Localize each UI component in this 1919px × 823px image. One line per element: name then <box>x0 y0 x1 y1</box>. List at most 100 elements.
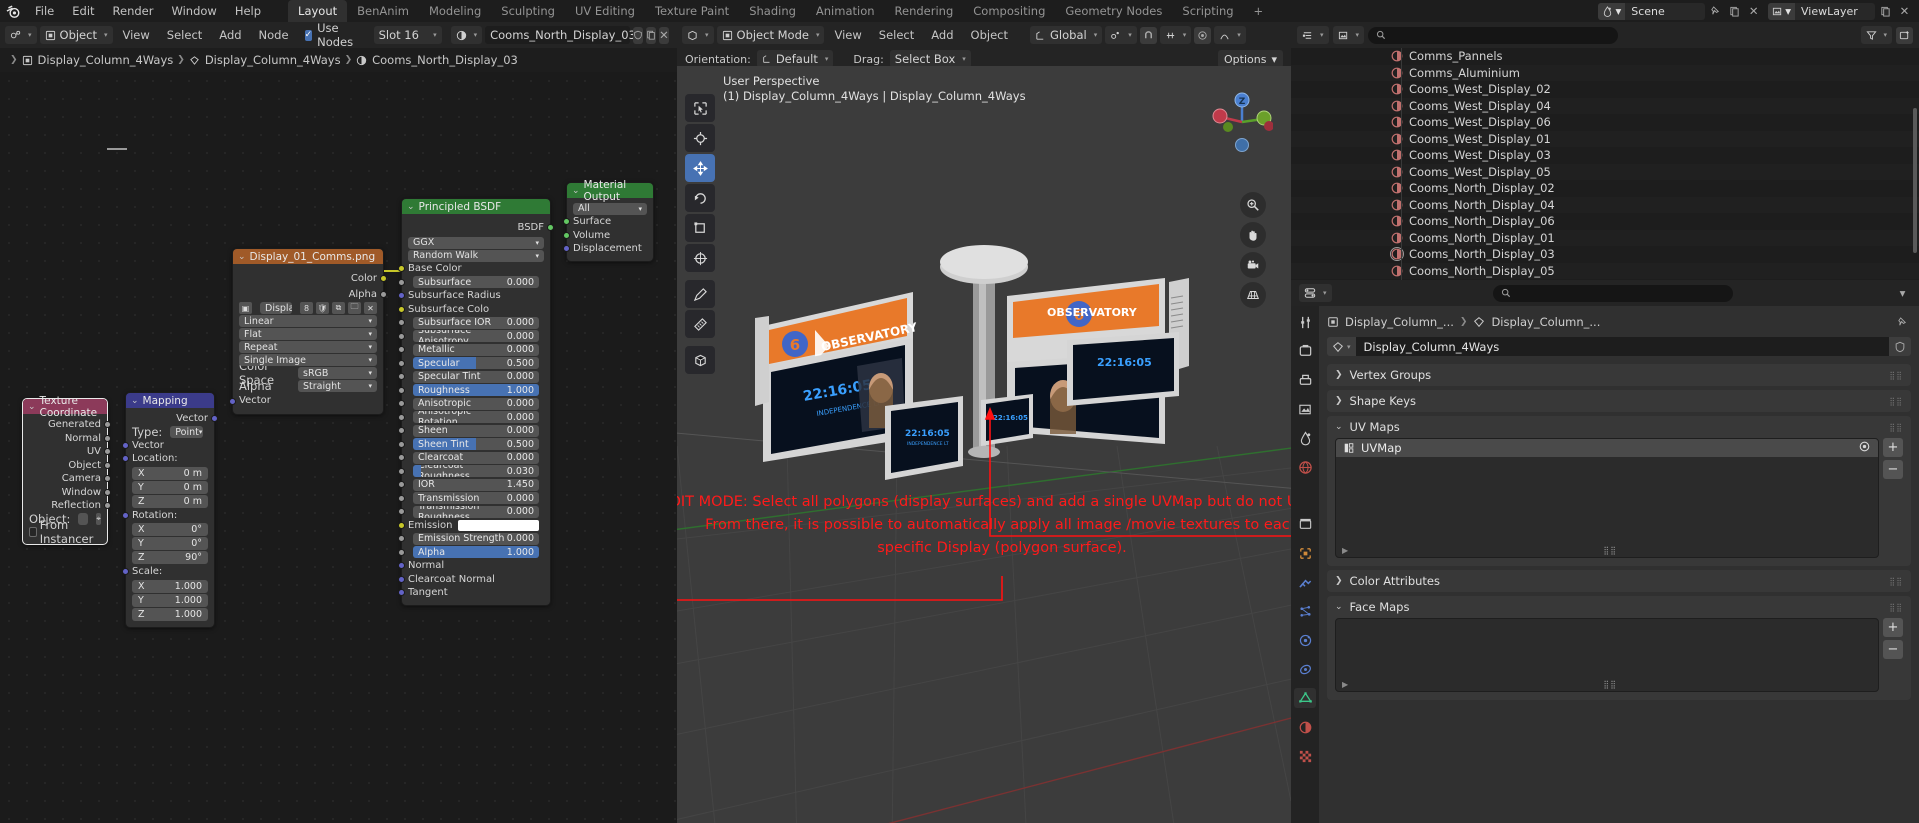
unlink-image-icon[interactable]: ✕ <box>364 302 377 314</box>
panel-shape-keys[interactable]: ❯ Shape Keys ⣿⣿ <box>1327 390 1911 412</box>
socket-clearcoat-normal[interactable] <box>398 575 405 583</box>
socket-bsdf-out[interactable] <box>547 224 554 231</box>
mesh-datablock-name[interactable]: Display_Column_4Ways <box>1355 337 1889 356</box>
chevron-down-icon[interactable]: ⌄ <box>238 252 246 262</box>
bsdf-input-row[interactable]: Sheen 0.000 <box>398 424 550 438</box>
socket-row-alpha[interactable]: Alpha <box>233 288 387 302</box>
socket-window[interactable] <box>104 488 111 496</box>
projection-row[interactable]: Flat ▾ <box>233 328 383 341</box>
mapping-type-row[interactable]: Type: Point ▾ <box>126 425 214 439</box>
socket-row-window[interactable]: Window <box>23 486 111 500</box>
bsdf-input-row[interactable]: Clearcoat Normal <box>398 573 550 587</box>
use-nodes-checkbox[interactable]: ✓ Use Nodes <box>304 21 357 49</box>
tool-cursor[interactable] <box>685 124 715 152</box>
outliner-list[interactable]: Comms_Pannels Comms_Aluminium Cooms_West_D… <box>1291 48 1919 280</box>
socket-emission-strength[interactable] <box>398 535 405 542</box>
add-uv-map-button[interactable]: + <box>1883 438 1903 457</box>
socket-vector-in[interactable] <box>122 441 129 449</box>
bsdf-input-row[interactable]: Transmission Roughness 0.000 <box>398 505 550 519</box>
socket-row-bsdf-out[interactable]: BSDF <box>402 218 554 236</box>
panel-header-shape-keys[interactable]: ❯ Shape Keys ⣿⣿ <box>1327 390 1911 412</box>
outliner-item[interactable]: Cooms_North_Display_02 <box>1291 180 1919 197</box>
viewport-menu-add[interactable]: Add <box>924 28 960 42</box>
shader-menu-node[interactable]: Node <box>252 28 296 42</box>
copy-image-icon[interactable]: ⧉ <box>332 302 345 314</box>
extension-row[interactable]: Repeat ▾ <box>233 341 383 354</box>
material-browse-icon[interactable]: ▾ <box>450 26 483 44</box>
node-header[interactable]: ⌄ Texture Coordinate <box>23 395 107 419</box>
bsdf-input-row[interactable]: Subsurface 0.000 <box>398 276 550 290</box>
remove-face-map-button[interactable]: − <box>1883 640 1903 659</box>
location-z[interactable]: Z0 m <box>132 494 208 508</box>
chevron-down-icon[interactable]: ⌄ <box>1335 602 1343 612</box>
menu-help[interactable]: Help <box>226 2 270 20</box>
menu-edit[interactable]: Edit <box>63 2 103 20</box>
scale-y[interactable]: Y 1.000 <box>132 593 208 607</box>
scene-selector[interactable]: ▾ Scene <box>1598 2 1706 20</box>
tab-modifiers[interactable] <box>1294 572 1316 592</box>
bsdf-value-anisotropic[interactable]: Anisotropic 0.000 <box>413 397 539 410</box>
socket-subsurface-ior[interactable] <box>398 319 405 326</box>
remove-uv-map-button[interactable]: − <box>1883 460 1903 479</box>
bsdf-input-row[interactable]: Subsurface Colo <box>398 303 550 317</box>
object-field[interactable] <box>78 513 89 525</box>
socket-specular[interactable] <box>398 359 405 367</box>
outliner-display-mode-selector[interactable]: ▾ <box>1297 26 1329 44</box>
chevron-down-icon[interactable]: ⌄ <box>572 186 580 196</box>
pin-scene-icon[interactable] <box>1707 3 1724 20</box>
bsdf-input-row[interactable]: Emission <box>398 519 550 533</box>
drag-handle[interactable]: ⣿⣿ <box>1889 397 1903 406</box>
tab-layout[interactable]: Layout <box>288 0 348 22</box>
outliner-item[interactable]: Cooms_North_Display_05 <box>1291 262 1919 279</box>
shader-menu-add[interactable]: Add <box>212 28 248 42</box>
socket-row-color[interactable]: Color <box>233 268 387 288</box>
outliner-item[interactable]: Cooms_West_Display_06 <box>1291 114 1919 131</box>
bsdf-value-transmission[interactable]: Transmission 0.000 <box>413 492 539 505</box>
fake-user-icon[interactable] <box>1889 337 1911 356</box>
interaction-mode-selector[interactable]: Object Mode ▾ <box>716 26 825 44</box>
bsdf-input-row[interactable]: Metallic 0.000 <box>398 343 550 357</box>
uv-list-footer[interactable]: ▶ ⣿⣿ <box>1336 543 1878 557</box>
mesh-datablock-browse[interactable]: ▾ <box>1327 337 1356 356</box>
bsdf-input-row[interactable]: Anisotropic 0.000 <box>398 397 550 411</box>
scale-x[interactable]: X 1.000 <box>132 579 208 593</box>
bsdf-input-row[interactable]: Emission Strength 0.000 <box>398 532 550 546</box>
chevron-right-icon[interactable]: ❯ <box>1335 370 1343 380</box>
location-y[interactable]: Y0 m <box>132 480 208 494</box>
bsdf-value-roughness[interactable]: Roughness 1.000 <box>413 384 539 397</box>
node-image-texture[interactable]: ⌄ Display_01_Comms.png Color Alpha ▣ Dis… <box>229 248 387 415</box>
camera-view-icon[interactable] <box>1240 252 1266 278</box>
unlink-material-icon[interactable]: ✕ <box>659 26 669 44</box>
subsurface-method-select[interactable]: Random Walk ▾ <box>408 249 544 262</box>
viewport-editor-type-selector[interactable]: ▾ <box>682 26 714 44</box>
tool-move[interactable] <box>685 154 715 182</box>
node-material-output[interactable]: ⌄ Material Output All ▾ Surface Volume Di… <box>563 179 654 262</box>
tab-output[interactable] <box>1294 370 1316 390</box>
image-icon[interactable]: ▣ <box>239 302 252 314</box>
interpolation-select[interactable]: Linear ▾ <box>239 315 377 327</box>
outliner-item[interactable]: Cooms_West_Display_05 <box>1291 163 1919 180</box>
copy-material-icon[interactable] <box>646 26 657 44</box>
image-name-field[interactable]: Display_01_C... <box>260 302 292 314</box>
expand-arrow-icon[interactable]: ▶ <box>1342 680 1348 689</box>
bsdf-value-emission-strength[interactable]: Emission Strength 0.000 <box>413 532 539 545</box>
outliner-filter-button[interactable]: ▾ <box>1860 26 1893 44</box>
from-instancer-row[interactable]: From Instancer <box>23 518 107 546</box>
bsdf-input-row[interactable]: Roughness 1.000 <box>398 384 550 398</box>
drag-handle[interactable]: ⣿⣿ <box>1889 423 1903 432</box>
navigation-gizmo[interactable]: Z <box>1211 91 1274 153</box>
socket-rotation[interactable] <box>122 511 129 519</box>
image-users-count[interactable]: 8 <box>300 302 313 314</box>
3d-viewport[interactable]: ▾ Object Mode ▾ View Select Add Object G… <box>677 22 1291 823</box>
socket-vector-out[interactable] <box>211 415 218 422</box>
tab-tool[interactable] <box>1294 312 1316 332</box>
tab-world[interactable] <box>1294 457 1316 477</box>
node-texture-coordinate[interactable]: ⌄ Texture Coordinate Generated Normal UV… <box>22 395 111 546</box>
outliner-search-input[interactable] <box>1368 26 1619 44</box>
new-collection-icon[interactable] <box>1896 26 1914 44</box>
panel-color-attributes[interactable]: ❯ Color Attributes ⣿⣿ <box>1327 570 1911 592</box>
socket-anisotropic[interactable] <box>398 400 405 407</box>
outliner-item[interactable]: Cooms_North_Display_06 <box>1291 213 1919 230</box>
bsdf-input-row[interactable]: Subsurface IOR 0.000 <box>398 316 550 330</box>
shader-node-editor[interactable]: ⌄ Texture Coordinate Generated Normal UV… <box>0 72 677 823</box>
